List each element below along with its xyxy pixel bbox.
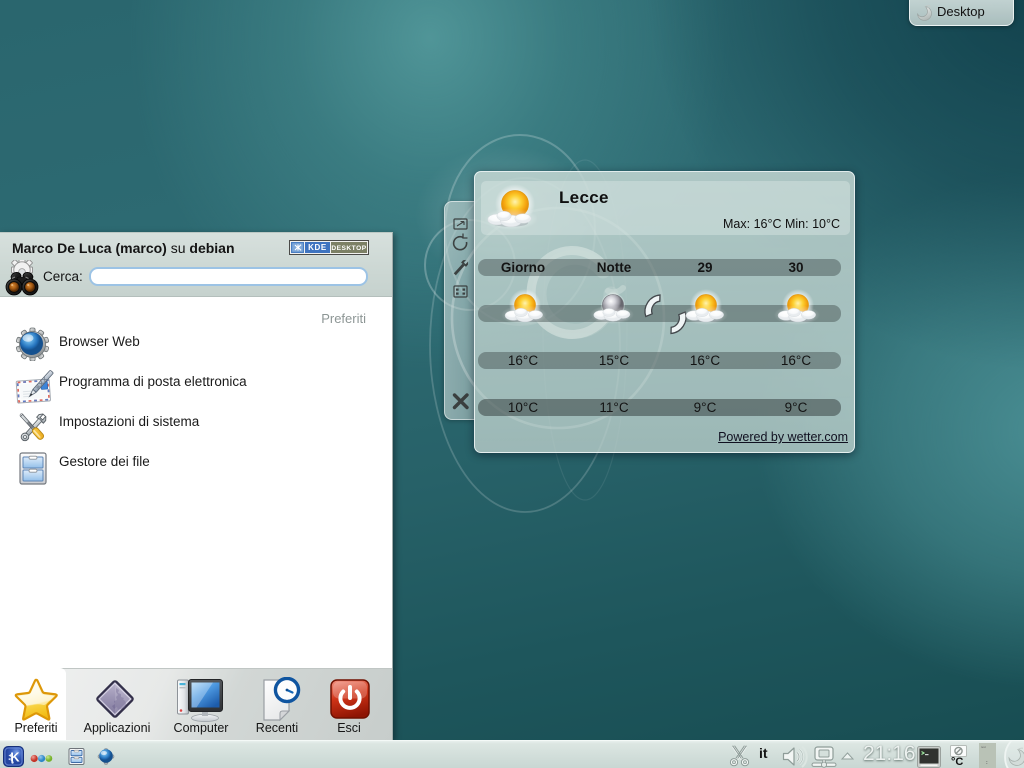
svg-text:KDE: KDE — [308, 243, 327, 252]
svg-text:DESKTOP: DESKTOP — [331, 245, 366, 252]
